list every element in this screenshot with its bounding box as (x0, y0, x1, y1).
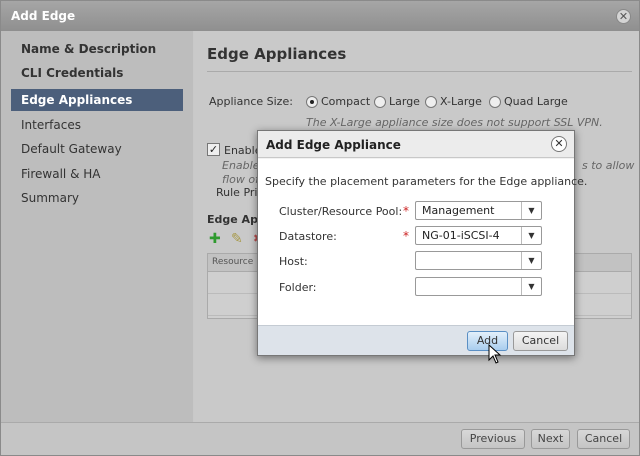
host-select[interactable]: ▼ (415, 251, 542, 270)
size-quad-large-radio[interactable] (489, 96, 501, 108)
rule-priority-label: Rule Pri (216, 186, 258, 199)
nav-step-default-gateway[interactable]: Default Gateway (11, 138, 183, 160)
previous-button[interactable]: Previous (461, 429, 525, 449)
host-label: Host: (279, 255, 308, 268)
add-appliance-icon[interactable]: ✚ (209, 232, 221, 246)
size-xlarge-label[interactable]: X-Large (440, 95, 482, 108)
size-compact-label[interactable]: Compact (321, 95, 370, 108)
chevron-down-icon[interactable]: ▼ (521, 202, 541, 219)
cluster-select-value: Management (422, 204, 495, 217)
size-large-radio[interactable] (374, 96, 386, 108)
nav-step-firewall-ha[interactable]: Firewall & HA (11, 163, 183, 185)
section-title: Edge Appliances (207, 45, 347, 63)
dialog-instruction: Specify the placement parameters for the… (265, 175, 588, 188)
cluster-select[interactable]: Management ▼ (415, 201, 542, 220)
datastore-required-marker: * (403, 229, 409, 243)
wizard-steps-nav: Name & Description CLI Credentials Edge … (1, 31, 193, 422)
wizard-footer: Previous Next Cancel (1, 422, 639, 455)
size-xlarge-radio[interactable] (425, 96, 437, 108)
section-divider (207, 71, 632, 72)
nav-step-cli-credentials[interactable]: CLI Credentials (11, 62, 183, 84)
dialog-footer: Add Cancel (258, 325, 574, 355)
datastore-select[interactable]: NG-01-iSCSI-4 ▼ (415, 226, 542, 245)
dialog-title: Add Edge Appliance (258, 131, 574, 158)
enable-desc-line2: flow of (222, 173, 259, 186)
size-compact-radio[interactable] (306, 96, 318, 108)
nav-step-summary[interactable]: Summary (11, 187, 183, 209)
size-quad-large-label[interactable]: Quad Large (504, 95, 568, 108)
mouse-cursor-icon (488, 344, 502, 364)
enable-label: Enable (224, 144, 262, 157)
appliance-size-label: Appliance Size: (209, 95, 293, 108)
chevron-down-icon[interactable]: ▼ (521, 227, 541, 244)
enable-desc-line1: Enable (222, 159, 260, 172)
dialog-body: Specify the placement parameters for the… (258, 159, 587, 325)
edit-appliance-icon[interactable]: ✎ (231, 232, 243, 246)
folder-select[interactable]: ▼ (415, 277, 542, 296)
add-edge-appliance-dialog: Add Edge Appliance ✕ Specify the placeme… (257, 130, 587, 356)
nav-step-edge-appliances[interactable]: Edge Appliances (11, 89, 183, 111)
datastore-select-value: NG-01-iSCSI-4 (422, 229, 500, 242)
chevron-down-icon[interactable]: ▼ (521, 252, 541, 269)
chevron-down-icon[interactable]: ▼ (521, 278, 541, 295)
datastore-label: Datastore: (279, 230, 337, 243)
enable-checkbox[interactable]: ✓ (207, 143, 220, 156)
window-title: Add Edge (1, 1, 639, 31)
dialog-cancel-button[interactable]: Cancel (513, 331, 568, 351)
nav-step-name-description[interactable]: Name & Description (11, 38, 183, 60)
window-close-icon[interactable]: ✕ (616, 9, 631, 24)
cancel-button[interactable]: Cancel (577, 429, 630, 449)
folder-label: Folder: (279, 281, 317, 294)
enable-desc-right: s to allow (582, 159, 635, 172)
size-large-label[interactable]: Large (389, 95, 420, 108)
cluster-label: Cluster/Resource Pool: (279, 205, 403, 218)
cluster-required-marker: * (403, 204, 409, 218)
nav-step-interfaces[interactable]: Interfaces (11, 114, 183, 136)
next-button[interactable]: Next (531, 429, 570, 449)
dialog-close-icon[interactable]: ✕ (551, 136, 567, 152)
size-note: The X-Large appliance size does not supp… (306, 116, 603, 129)
